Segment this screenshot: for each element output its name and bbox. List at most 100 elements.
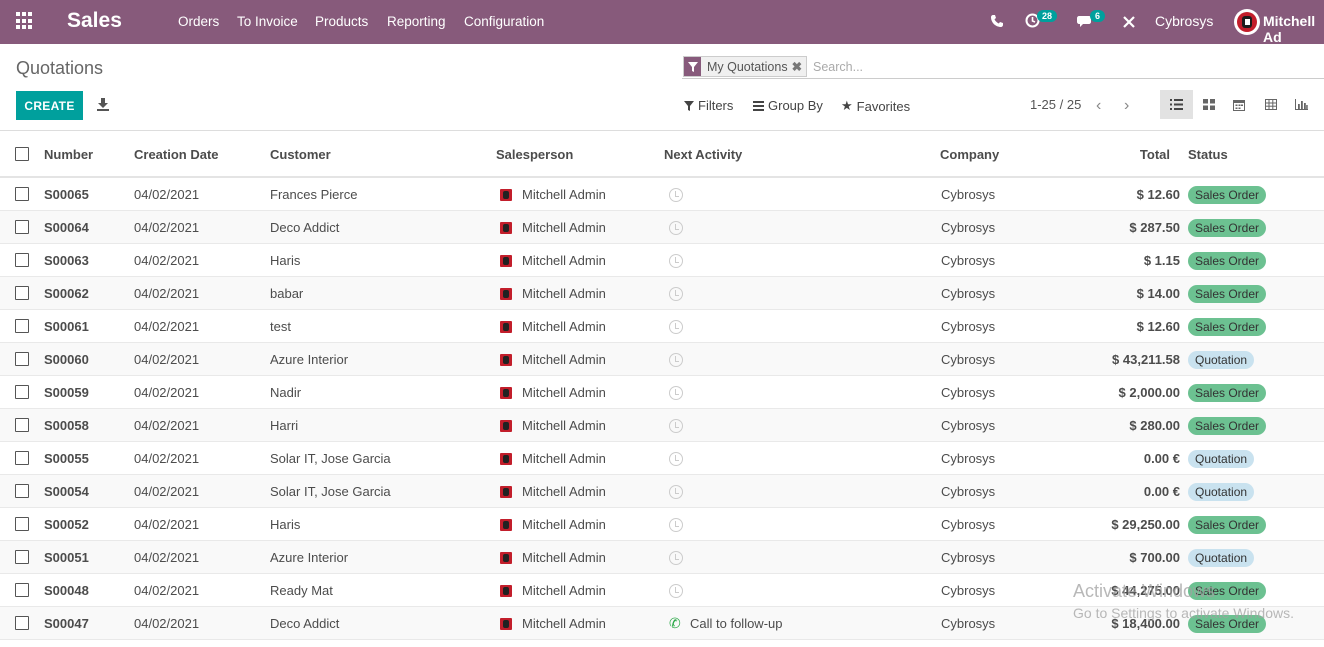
order-total: $ 12.60 bbox=[1136, 319, 1180, 334]
table-row[interactable]: S00051 04/02/2021 Azure Interior Mitchell A… bbox=[0, 541, 1324, 574]
create-button[interactable]: CREATE bbox=[16, 91, 83, 120]
activity-clock-icon[interactable] bbox=[669, 287, 683, 301]
order-number: S00065 bbox=[44, 187, 89, 202]
list-view-button[interactable] bbox=[1160, 90, 1193, 119]
table-row[interactable]: S00055 04/02/2021 Solar IT, Jose Garcia Mit… bbox=[0, 442, 1324, 475]
row-checkbox[interactable] bbox=[15, 616, 29, 630]
pager-previous-icon[interactable]: ‹ bbox=[1096, 97, 1101, 115]
table-row[interactable]: S00065 04/02/2021 Frances Pierce Mitchell A… bbox=[0, 178, 1324, 211]
debug-tools-icon[interactable] bbox=[1122, 15, 1136, 29]
apps-menu-icon[interactable] bbox=[16, 12, 34, 30]
activity-clock-icon[interactable] bbox=[669, 254, 683, 268]
company-name: Cybrosys bbox=[941, 253, 996, 268]
company-name: Cybrosys bbox=[941, 616, 996, 631]
column-number[interactable]: Number bbox=[44, 147, 93, 162]
row-checkbox[interactable] bbox=[15, 451, 29, 465]
filters-dropdown[interactable]: Filters bbox=[684, 98, 733, 113]
table-row[interactable]: S00058 04/02/2021 Harri Mitchell Admin Cybro… bbox=[0, 409, 1324, 442]
company-name: Cybrosys bbox=[941, 385, 996, 400]
activity-clock-icon[interactable] bbox=[669, 221, 683, 235]
row-checkbox[interactable] bbox=[15, 220, 29, 234]
pager-value[interactable]: 1-25 / 25 bbox=[1030, 97, 1081, 112]
phone-icon[interactable] bbox=[990, 14, 1004, 28]
app-brand[interactable]: Sales bbox=[67, 9, 122, 33]
search-facet: My Quotations ✖ bbox=[683, 56, 808, 77]
row-checkbox[interactable] bbox=[15, 484, 29, 498]
row-checkbox[interactable] bbox=[15, 319, 29, 333]
salesperson-avatar-icon bbox=[500, 222, 512, 234]
menu-to-invoice[interactable]: To Invoice bbox=[237, 14, 298, 29]
activity-clock-icon[interactable] bbox=[669, 485, 683, 499]
kanban-view-button[interactable] bbox=[1192, 90, 1225, 119]
order-number: S00062 bbox=[44, 286, 89, 301]
menu-reporting[interactable]: Reporting bbox=[387, 14, 446, 29]
row-checkbox[interactable] bbox=[15, 517, 29, 531]
activity-clock-icon[interactable] bbox=[669, 419, 683, 433]
download-icon[interactable] bbox=[96, 97, 110, 111]
activity-clock-icon[interactable] bbox=[669, 320, 683, 334]
table-row[interactable]: S00054 04/02/2021 Solar IT, Jose Garcia Mit… bbox=[0, 475, 1324, 508]
star-icon: ★ bbox=[841, 98, 853, 113]
salesperson-name: Mitchell Admin bbox=[522, 220, 606, 235]
column-salesperson[interactable]: Salesperson bbox=[496, 147, 573, 162]
column-status[interactable]: Status bbox=[1188, 147, 1228, 162]
pager-next-icon[interactable]: › bbox=[1124, 97, 1129, 115]
salesperson-avatar-icon bbox=[500, 585, 512, 597]
order-number: S00048 bbox=[44, 583, 89, 598]
phone-activity-icon[interactable]: ✆ bbox=[669, 615, 681, 632]
select-all-checkbox[interactable] bbox=[15, 147, 29, 161]
customer-name: Frances Pierce bbox=[270, 187, 358, 202]
column-creation-date[interactable]: Creation Date bbox=[134, 147, 219, 162]
order-total: $ 287.50 bbox=[1129, 220, 1180, 235]
menu-products[interactable]: Products bbox=[315, 14, 368, 29]
favorites-dropdown[interactable]: ★ Favorites bbox=[841, 98, 910, 114]
table-row[interactable]: S00059 04/02/2021 Nadir Mitchell Admin Cybro… bbox=[0, 376, 1324, 409]
table-row[interactable]: S00052 04/02/2021 Haris Mitchell Admin Cybro… bbox=[0, 508, 1324, 541]
filter-icon bbox=[684, 100, 694, 111]
table-row[interactable]: S00062 04/02/2021 babar Mitchell Admin Cybro… bbox=[0, 277, 1324, 310]
table-row[interactable]: S00061 04/02/2021 test Mitchell Admin Cybros… bbox=[0, 310, 1324, 343]
salesperson-name: Mitchell Admin bbox=[522, 583, 606, 598]
activity-clock-icon[interactable] bbox=[669, 353, 683, 367]
row-checkbox[interactable] bbox=[15, 253, 29, 267]
next-activity[interactable]: Call to follow-up bbox=[690, 616, 783, 631]
activity-clock-icon[interactable] bbox=[669, 452, 683, 466]
company-switcher[interactable]: Cybrosys bbox=[1155, 13, 1213, 29]
customer-name: babar bbox=[270, 286, 304, 301]
row-checkbox[interactable] bbox=[15, 352, 29, 366]
row-checkbox[interactable] bbox=[15, 418, 29, 432]
table-row[interactable]: S00060 04/02/2021 Azure Interior Mitchell A… bbox=[0, 343, 1324, 376]
row-checkbox[interactable] bbox=[15, 187, 29, 201]
row-checkbox[interactable] bbox=[15, 550, 29, 564]
activity-clock-icon[interactable] bbox=[669, 188, 683, 202]
user-avatar[interactable] bbox=[1234, 9, 1260, 35]
salesperson-name: Mitchell Admin bbox=[522, 352, 606, 367]
activity-clock-icon[interactable] bbox=[669, 386, 683, 400]
creation-date: 04/02/2021 bbox=[134, 187, 200, 202]
column-customer[interactable]: Customer bbox=[270, 147, 331, 162]
activity-clock-icon[interactable] bbox=[669, 584, 683, 598]
activity-clock-icon[interactable] bbox=[669, 518, 683, 532]
menu-orders[interactable]: Orders bbox=[178, 14, 219, 29]
row-checkbox[interactable] bbox=[15, 286, 29, 300]
table-row[interactable]: S00064 04/02/2021 Deco Addict Mitchell Admi… bbox=[0, 211, 1324, 244]
groupby-dropdown[interactable]: Group By bbox=[753, 98, 823, 113]
creation-date: 04/02/2021 bbox=[134, 451, 200, 466]
order-number: S00047 bbox=[44, 616, 89, 631]
remove-facet-icon[interactable]: ✖ bbox=[792, 59, 806, 74]
activity-clock-icon[interactable] bbox=[669, 551, 683, 565]
calendar-view-button[interactable] bbox=[1222, 90, 1255, 119]
user-menu[interactable]: Mitchell Ad bbox=[1263, 13, 1324, 45]
column-total[interactable]: Total bbox=[1070, 147, 1170, 162]
column-next-activity[interactable]: Next Activity bbox=[664, 147, 742, 162]
creation-date: 04/02/2021 bbox=[134, 253, 200, 268]
pivot-view-button[interactable] bbox=[1254, 90, 1287, 119]
menu-configuration[interactable]: Configuration bbox=[464, 14, 544, 29]
search-input[interactable] bbox=[813, 56, 1113, 77]
row-checkbox[interactable] bbox=[15, 583, 29, 597]
graph-view-button[interactable] bbox=[1285, 90, 1318, 119]
column-company[interactable]: Company bbox=[940, 147, 999, 162]
row-checkbox[interactable] bbox=[15, 385, 29, 399]
table-row[interactable]: S00063 04/02/2021 Haris Mitchell Admin Cybro… bbox=[0, 244, 1324, 277]
order-total: $ 14.00 bbox=[1136, 286, 1180, 301]
